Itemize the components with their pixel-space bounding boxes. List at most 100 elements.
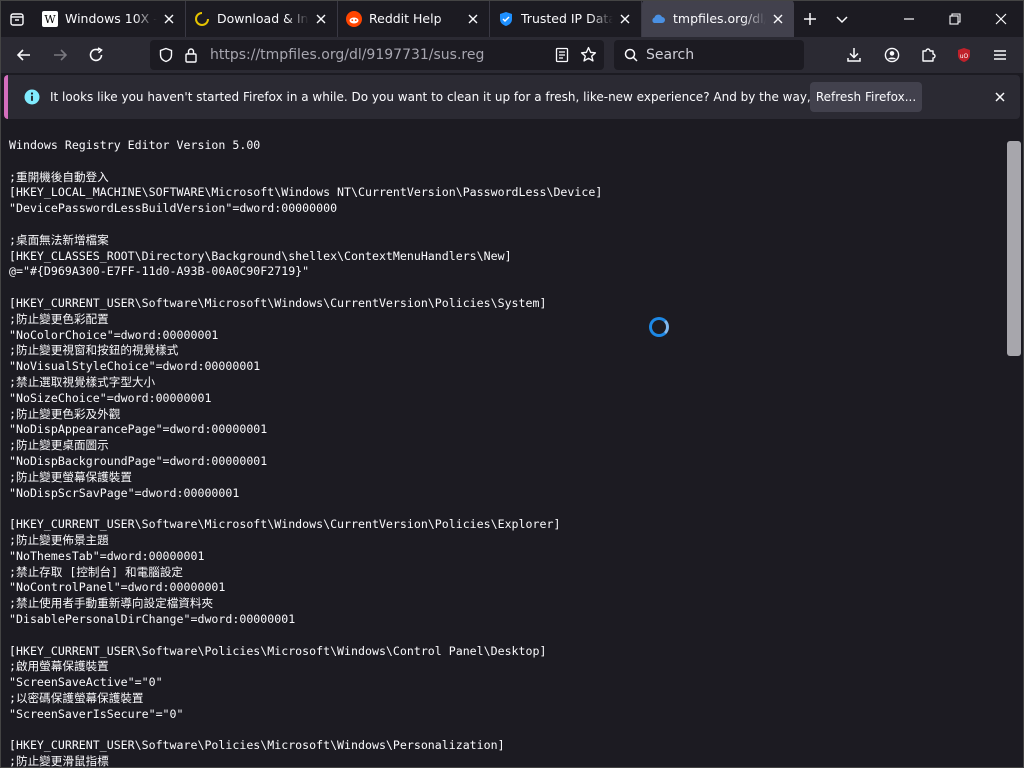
document-line: "NoDispAppearancePage"=dword:00000001	[9, 422, 268, 437]
address-bar[interactable]: https://tmpfiles.org/dl/9197731/sus.reg	[150, 40, 604, 70]
search-placeholder[interactable]: Search	[646, 47, 694, 63]
list-all-tabs-button[interactable]	[0, 0, 34, 37]
document-line: @="#{D969A300-E7FF-11d0-A93B-00A0C90F271…	[9, 264, 310, 279]
dismiss-notification-button[interactable]	[990, 87, 1010, 107]
registry-file-text: Windows Registry Editor Version 5.00 ;重開機…	[9, 138, 602, 768]
back-button[interactable]	[8, 41, 40, 69]
restore-icon	[949, 12, 961, 25]
ublock-origin-icon: uO	[958, 48, 970, 62]
downloads-button[interactable]	[838, 41, 870, 69]
document-line: [HKEY_CLASSES_ROOT\Directory\Background\…	[9, 248, 512, 263]
document-line: "NoThemesTab"=dword:00000001	[9, 548, 205, 563]
forward-button[interactable]	[44, 41, 76, 69]
document-line: "NoControlPanel"=dword:00000001	[9, 580, 226, 595]
close-tab-icon[interactable]	[770, 11, 786, 27]
document-line: ;防止變更色彩及外觀	[9, 406, 121, 421]
reload-icon	[89, 47, 103, 62]
document-line: ;啟用螢幕保護裝置	[9, 659, 109, 674]
vertical-scrollbar-thumb[interactable]	[1007, 141, 1021, 356]
plus-icon	[804, 12, 816, 25]
download-icon	[847, 48, 861, 62]
document-line: [HKEY_CURRENT_USER\Software\Policies\Mic…	[9, 738, 505, 753]
document-line: "NoDispScrSavPage"=dword:00000001	[9, 485, 240, 500]
close-tab-icon[interactable]	[617, 11, 633, 27]
info-icon	[24, 89, 40, 105]
document-line: ;桌面無法新增檔案	[9, 232, 109, 247]
arrow-right-icon	[54, 49, 68, 61]
document-line: [HKEY_CURRENT_USER\Software\Microsoft\Wi…	[9, 295, 547, 310]
close-window-button[interactable]	[978, 0, 1024, 37]
notification-message: It looks like you haven't started Firefo…	[50, 90, 906, 104]
document-line: ;禁止選取視覺樣式字型大小	[9, 374, 156, 389]
document-line: ;防止變更視窗和按鈕的視覺樣式	[9, 343, 179, 358]
account-button[interactable]	[876, 41, 908, 69]
hamburger-menu-icon	[994, 50, 1006, 60]
minimize-button[interactable]	[886, 0, 932, 37]
tab-title: tmpfiles.org/dl/9	[673, 11, 766, 26]
document-line: [HKEY_CURRENT_USER\Software\Policies\Mic…	[9, 643, 547, 658]
tab-title: Trusted IP Data Pr	[521, 11, 613, 26]
document-line: ;防止變更滑鼠指標	[9, 754, 109, 768]
cloud-icon	[650, 11, 666, 27]
tab-3[interactable]: Trusted IP Data Pr	[490, 0, 642, 37]
document-line: "NoDispBackgroundPage"=dword:00000001	[9, 453, 268, 468]
loading-icon	[194, 11, 210, 27]
search-icon	[624, 48, 638, 62]
navigation-toolbar: https://tmpfiles.org/dl/9197731/sus.reg …	[0, 37, 1024, 73]
tab-1[interactable]: Download & Insta	[186, 0, 338, 37]
reddit-icon	[346, 10, 362, 27]
loading-spinner-icon	[649, 317, 669, 337]
ublock-origin-button[interactable]: uO	[948, 41, 980, 69]
page-content: Windows Registry Editor Version 5.00 ;重開機…	[0, 121, 1024, 768]
document-line: ;禁止存取 [控制台] 和電腦設定	[9, 564, 184, 579]
document-line: "ScreenSaverIsSecure"="0"	[9, 706, 184, 721]
tab-title: Download & Insta	[217, 11, 309, 26]
tab-2[interactable]: Reddit Help	[338, 0, 490, 37]
document-line: ;防止變更桌面圖示	[9, 438, 109, 453]
tab-0[interactable]: W Windows 10X - Wi	[34, 0, 186, 37]
url-text[interactable]: https://tmpfiles.org/dl/9197731/sus.reg	[210, 47, 484, 63]
wikipedia-icon: W	[42, 10, 58, 27]
document-line: ;禁止使用者手動重新導向設定檔資料夾	[9, 596, 214, 611]
close-tab-icon[interactable]	[465, 11, 481, 27]
arrow-left-icon	[16, 49, 30, 61]
document-line: "NoColorChoice"=dword:00000001	[9, 327, 219, 342]
svg-text:uO: uO	[960, 53, 969, 60]
new-tab-button[interactable]	[794, 0, 826, 37]
document-line: ;重開機後自動登入	[9, 169, 109, 184]
document-line: "NoSizeChoice"=dword:00000001	[9, 390, 212, 405]
close-icon	[995, 13, 1007, 24]
refresh-firefox-notification: It looks like you haven't started Firefo…	[4, 75, 1020, 119]
reader-view-icon[interactable]	[554, 47, 570, 63]
extensions-button[interactable]	[912, 41, 944, 69]
app-menu-button[interactable]	[984, 41, 1016, 69]
close-tab-icon[interactable]	[313, 11, 329, 27]
document-line: ;防止變更色彩配置	[9, 311, 109, 326]
document-line: "NoVisualStyleChoice"=dword:00000001	[9, 359, 261, 374]
tab-list-icon	[10, 12, 24, 26]
bookmark-star-icon[interactable]	[580, 46, 597, 63]
document-line: "DisablePersonalDirChange"=dword:0000000…	[9, 611, 296, 626]
chevron-down-icon	[836, 15, 848, 23]
tab-overflow-button[interactable]	[826, 0, 858, 37]
document-line: [HKEY_CURRENT_USER\Software\Microsoft\Wi…	[9, 517, 561, 532]
tab-bar: W Windows 10X - Wi Download & Insta Redd…	[0, 0, 1024, 37]
search-bar[interactable]: Search	[614, 40, 804, 70]
account-icon	[884, 47, 900, 63]
lock-icon[interactable]	[184, 47, 198, 63]
refresh-firefox-button[interactable]: Refresh Firefox...	[810, 82, 922, 112]
tracking-protection-shield-icon[interactable]	[158, 47, 174, 63]
tab-title: Reddit Help	[369, 11, 442, 26]
puzzle-piece-icon	[922, 48, 936, 62]
svg-text:W: W	[44, 13, 56, 26]
reload-button[interactable]	[80, 41, 112, 69]
close-tab-icon[interactable]	[161, 11, 177, 27]
tab-4-active[interactable]: tmpfiles.org/dl/9	[642, 0, 794, 37]
restore-button[interactable]	[932, 0, 978, 37]
document-line: ;以密碼保護螢幕保護裝置	[9, 690, 144, 705]
document-line: "DevicePasswordLessBuildVersion"=dword:0…	[9, 201, 338, 216]
